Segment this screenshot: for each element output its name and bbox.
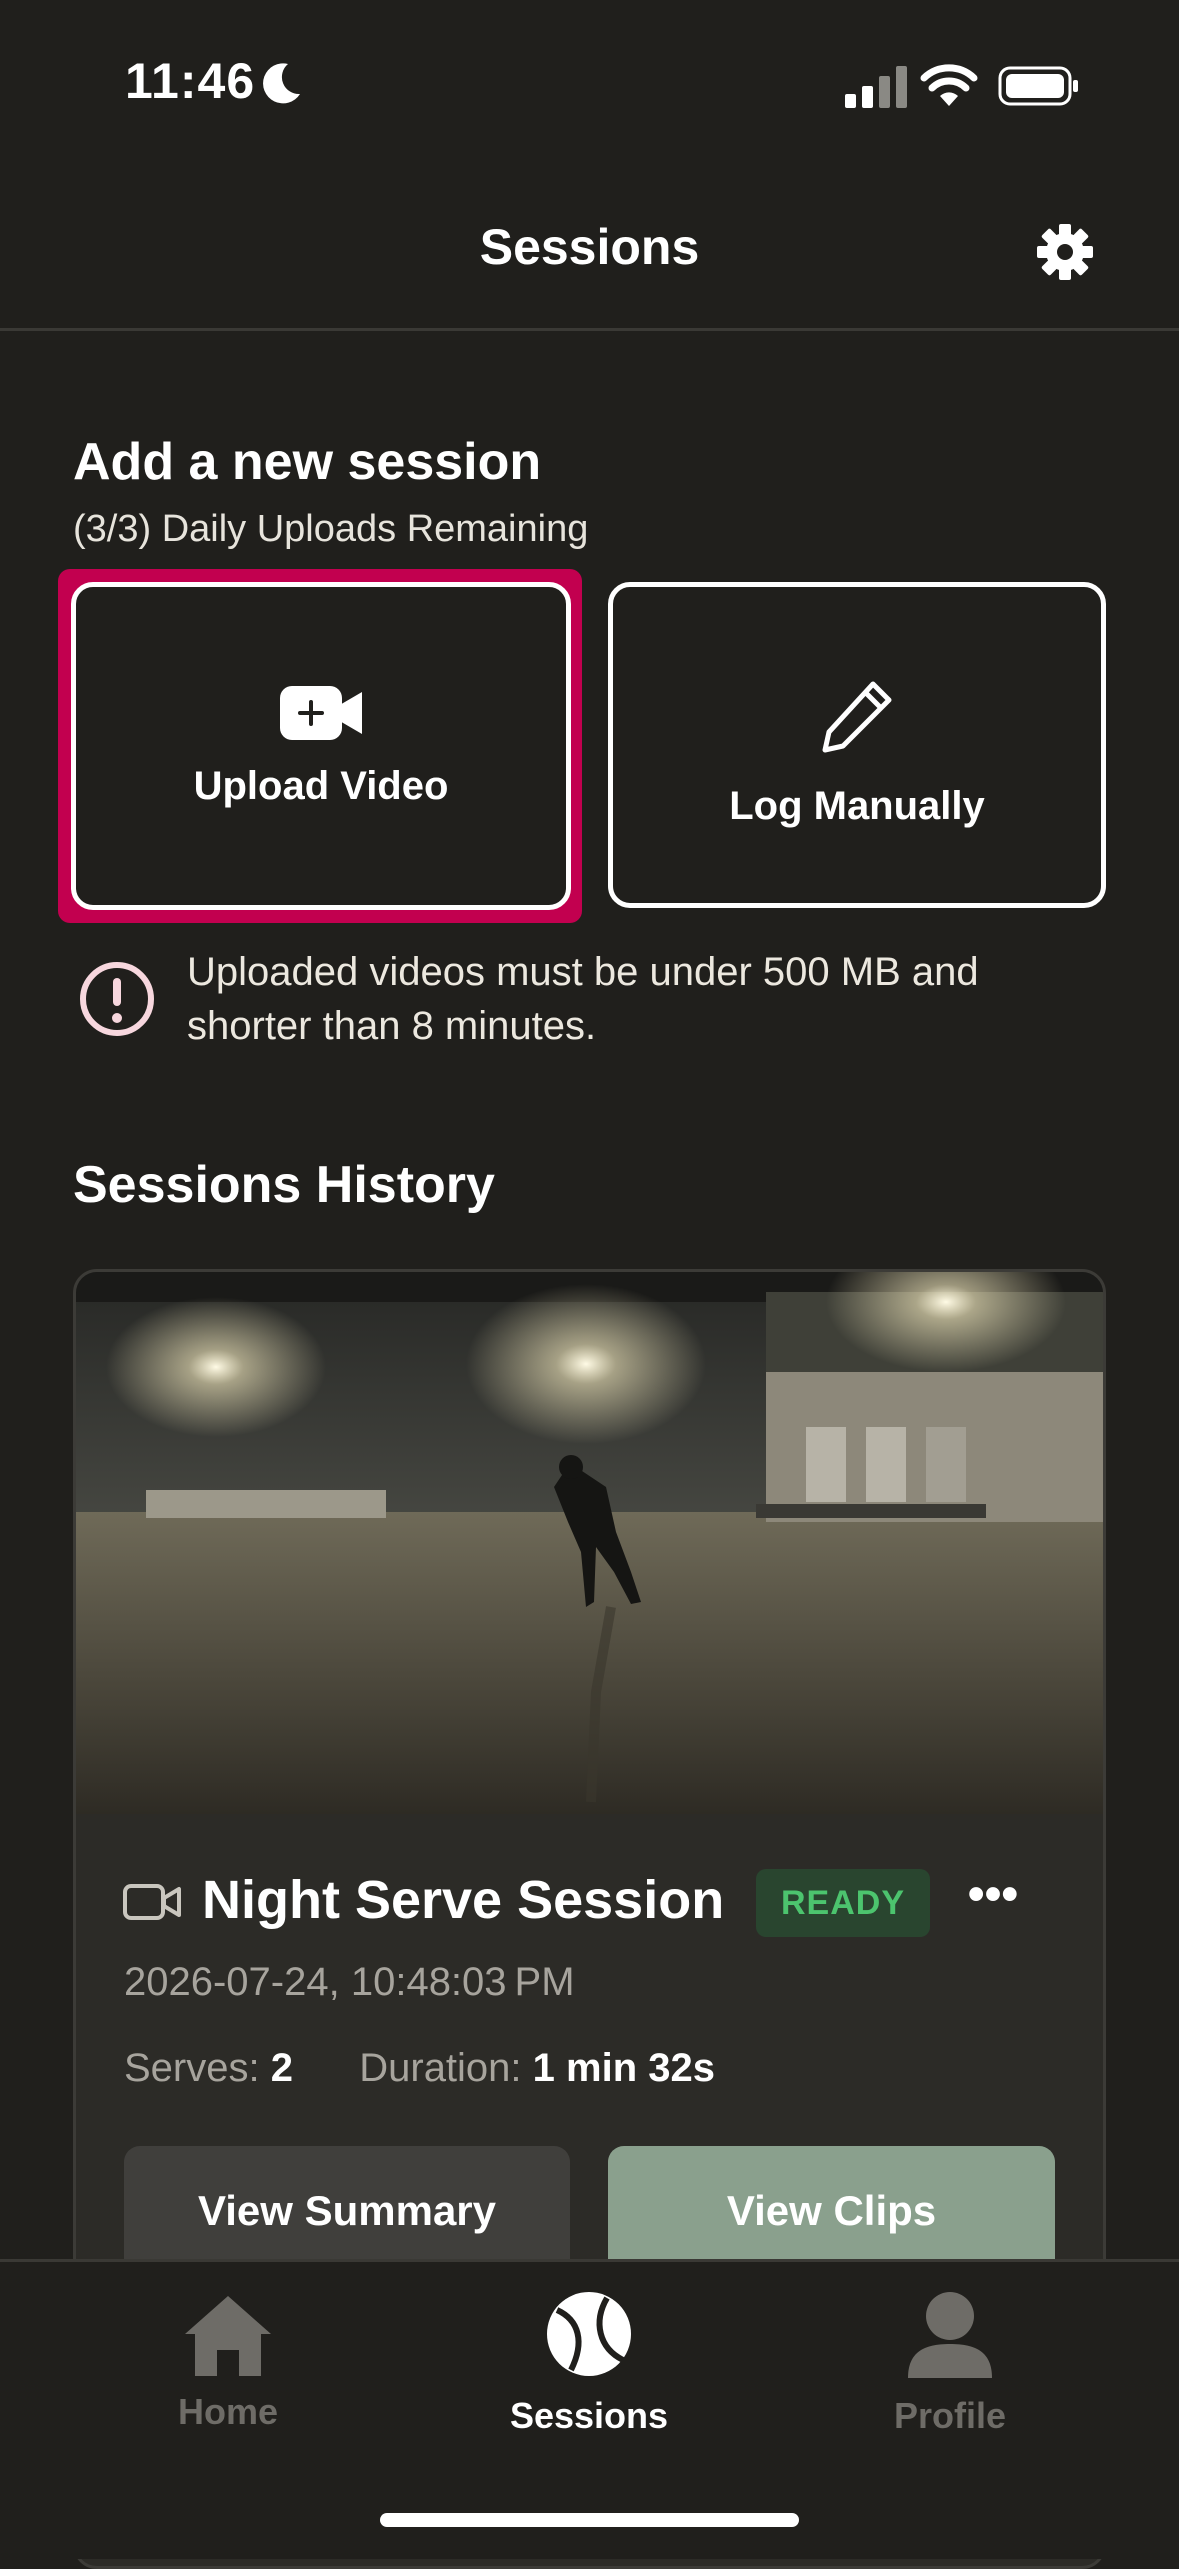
gear-icon[interactable] — [1035, 222, 1095, 282]
view-summary-button[interactable]: View Summary — [124, 2146, 570, 2276]
status-time: 11:46 — [125, 53, 256, 109]
moon-icon — [263, 63, 300, 104]
session-title: Night Serve Session — [202, 1870, 725, 1930]
duration-label: Duration: — [359, 2046, 522, 2090]
exclamation-circle-icon — [80, 962, 154, 1036]
session-thumbnail[interactable] — [76, 1272, 1106, 1814]
battery-icon — [998, 66, 1078, 106]
tab-sessions[interactable]: Sessions — [439, 2290, 739, 2437]
view-clips-button[interactable]: View Clips — [608, 2146, 1055, 2276]
page-title: Sessions — [479, 219, 700, 275]
uploads-remaining: (3/3) Daily Uploads Remaining — [73, 508, 589, 550]
tab-profile-label: Profile — [893, 2395, 1007, 2436]
video-camera-plus-icon — [280, 685, 362, 740]
upload-limit-notice: Uploaded videos must be under 500 MB and… — [187, 950, 979, 1048]
serves-label: Serves: — [124, 2046, 260, 2090]
header-divider — [0, 328, 1179, 331]
person-icon — [908, 2292, 992, 2378]
serves-value: 2 — [270, 2046, 293, 2090]
more-options-icon[interactable]: ••• — [962, 1871, 1024, 1924]
pencil-icon — [822, 681, 892, 752]
cellular-signal-icon — [845, 66, 907, 108]
home-indicator[interactable] — [380, 2513, 799, 2527]
tab-profile[interactable]: Profile — [800, 2290, 1100, 2437]
video-camera-icon — [123, 1884, 181, 1920]
duration-value: 1 min 32s — [532, 2046, 715, 2090]
tab-home-label: Home — [177, 2391, 279, 2432]
log-manually-label: Log Manually — [729, 783, 985, 828]
log-manually-button[interactable]: Log Manually — [608, 582, 1106, 908]
upload-video-button[interactable]: Upload Video — [71, 582, 571, 910]
add-session-title: Add a new session — [73, 433, 542, 491]
history-title: Sessions History — [73, 1156, 495, 1214]
tab-sessions-label: Sessions — [509, 2395, 669, 2436]
session-stats: Serves: 2 Duration: 1 min 32s — [124, 2046, 715, 2091]
tab-home[interactable]: Home — [78, 2292, 378, 2433]
wifi-icon — [920, 64, 978, 106]
status-badge: READY — [756, 1869, 930, 1937]
tennis-ball-icon — [547, 2292, 631, 2376]
home-icon — [185, 2296, 271, 2376]
session-datetime: 2026-07-24, 10:48:03 PM — [124, 1960, 575, 2004]
upload-video-label: Upload Video — [193, 763, 449, 808]
